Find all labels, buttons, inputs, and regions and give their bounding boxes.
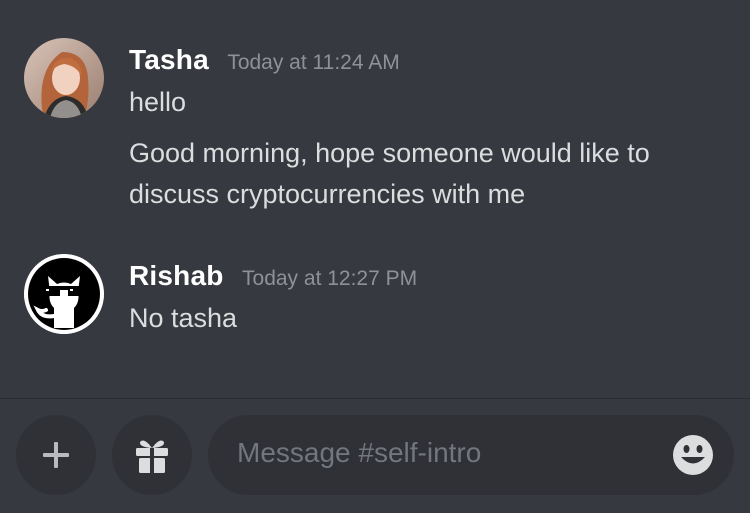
timestamp: Today at 11:24 AM	[227, 51, 400, 74]
message-input[interactable]: Message #self-intro	[208, 415, 734, 495]
timestamp: Today at 12:27 PM	[242, 267, 418, 290]
woman-photo-avatar-icon	[24, 38, 104, 118]
gift-button[interactable]	[112, 415, 192, 495]
author-name[interactable]: Rishab	[129, 260, 224, 291]
message-header: Tasha Today at 11:24 AM	[129, 44, 400, 76]
message-text: No tasha	[129, 303, 238, 333]
message-text: discuss cryptocurrencies with me	[129, 179, 526, 209]
avatar[interactable]	[24, 254, 104, 334]
avatar[interactable]	[24, 38, 104, 118]
message-header: Rishab Today at 12:27 PM	[129, 260, 417, 292]
composer-bar: Message #self-intro	[0, 399, 750, 513]
message-text: hello	[129, 87, 187, 117]
plus-icon	[43, 442, 69, 468]
attach-button[interactable]	[16, 415, 96, 495]
gift-icon	[136, 440, 168, 473]
cat-with-sunglasses-avatar-icon	[24, 254, 104, 334]
message-input-placeholder: Message #self-intro	[237, 437, 482, 468]
message-list: Tasha Today at 11:24 AM hello Good morni…	[0, 0, 750, 398]
message-text: Good morning, hope someone would like to	[129, 138, 650, 168]
author-name[interactable]: Tasha	[129, 44, 209, 75]
emoji-icon[interactable]	[672, 434, 714, 476]
